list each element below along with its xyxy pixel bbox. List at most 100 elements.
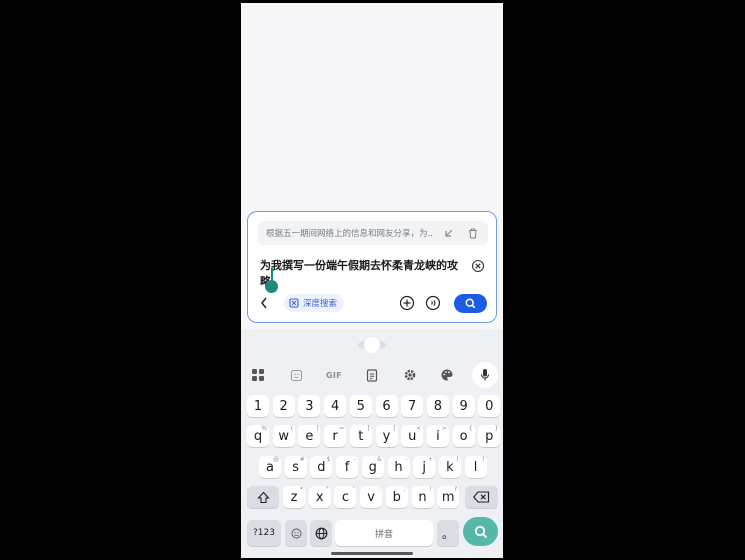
key-x[interactable]: x " — [308, 486, 331, 508]
key-alt-symbol: - — [405, 456, 408, 463]
key-f[interactable]: f- — [336, 456, 359, 478]
key-label: c — [341, 489, 349, 505]
key-7[interactable]: 7 — [401, 395, 424, 417]
key-4[interactable]: 4 — [324, 395, 347, 417]
key-alt-symbol: : — [378, 486, 381, 493]
key-alt-symbol: < — [416, 425, 422, 432]
key-b[interactable]: b; — [385, 486, 408, 508]
key-label: n — [418, 489, 427, 505]
trash-icon[interactable] — [466, 226, 480, 240]
phone-screen: 根据五一期间网络上的信息和网友分享，为... 为我撰写一份端午假期去怀柔青龙峡的… — [241, 3, 503, 558]
key-p[interactable]: p} — [478, 425, 501, 447]
keyboard-search-key[interactable] — [463, 517, 498, 546]
key-label: 1 — [253, 398, 263, 414]
key-u[interactable]: u < — [401, 425, 424, 447]
key-alt-symbol: ' — [352, 486, 355, 493]
suggestion-chip[interactable]: 根据五一期间网络上的信息和网友分享，为... — [258, 221, 488, 245]
plus-circle-icon[interactable] — [399, 295, 415, 311]
key-label: x — [315, 489, 324, 505]
clipboard-icon[interactable] — [363, 366, 381, 384]
key-c[interactable]: c ' — [334, 486, 357, 508]
search-button[interactable] — [454, 294, 487, 313]
key-a[interactable]: a @ — [259, 456, 281, 478]
mic-button[interactable] — [472, 362, 498, 388]
key-d[interactable]: d $ — [310, 456, 333, 478]
key-m[interactable]: m? — [437, 486, 460, 508]
key-label: p — [485, 428, 494, 444]
key-8[interactable]: 8 — [426, 395, 449, 417]
palette-icon[interactable] — [438, 366, 456, 384]
key-alt-symbol: + — [428, 456, 434, 463]
key-z[interactable]: z * — [283, 486, 305, 508]
key-alt-symbol: @ — [273, 456, 279, 463]
search-input[interactable]: 为我撰写一份端午假期去怀柔青龙峡的攻略 — [260, 258, 468, 290]
key-alt-symbol: { — [468, 425, 473, 432]
key-label: j — [422, 459, 426, 475]
chevron-left-icon[interactable] — [259, 296, 269, 310]
key-j[interactable]: j + — [413, 456, 436, 478]
key-5[interactable]: 5 — [349, 395, 372, 417]
deep-search-icon — [289, 298, 299, 308]
symbols-key[interactable]: ?123 — [247, 520, 281, 546]
key-6[interactable]: 6 — [375, 395, 398, 417]
language-key[interactable] — [310, 520, 332, 546]
backspace-key[interactable] — [465, 486, 498, 508]
microphone-icon — [480, 369, 490, 381]
key-alt-symbol: \ — [290, 425, 293, 432]
cursor-handle[interactable] — [265, 280, 278, 293]
backspace-icon — [473, 491, 490, 503]
home-indicator[interactable] — [331, 552, 413, 555]
key-e[interactable]: e | — [298, 425, 321, 447]
key-1[interactable]: 1 — [247, 395, 269, 417]
key-label: 5 — [356, 398, 365, 414]
key-label: 7 — [408, 398, 417, 414]
globe-icon — [315, 527, 327, 539]
key-alt-symbol: $ — [326, 456, 331, 463]
key-r[interactable]: r = — [324, 425, 347, 447]
key-y[interactable]: y] — [375, 425, 398, 447]
search-card: 根据五一期间网络上的信息和网友分享，为... 为我撰写一份端午假期去怀柔青龙峡的… — [247, 211, 497, 323]
key-label: g — [368, 459, 377, 475]
key-l[interactable]: l) — [464, 456, 487, 478]
keyboard-drag-handle[interactable] — [356, 335, 388, 355]
key-alt-symbol: | — [316, 425, 319, 432]
key-q[interactable]: q% — [247, 425, 269, 447]
gif-button[interactable]: GIF — [325, 366, 343, 384]
apps-grid-icon[interactable] — [249, 366, 267, 384]
deep-search-button[interactable]: 深度搜索 — [284, 294, 345, 312]
key-label: l — [473, 459, 478, 475]
key-label: v — [367, 489, 375, 505]
shift-key[interactable] — [247, 486, 279, 508]
insert-arrow-icon[interactable] — [442, 226, 456, 240]
key-n[interactable]: n! — [411, 486, 434, 508]
key-h[interactable]: h- — [387, 456, 410, 478]
sticker-icon[interactable] — [287, 366, 305, 384]
key-k[interactable]: k( — [438, 456, 461, 478]
key-o[interactable]: o{ — [452, 425, 475, 447]
key-label: o — [459, 428, 468, 444]
key-9[interactable]: 9 — [452, 395, 475, 417]
key-t[interactable]: t[ — [349, 425, 372, 447]
clear-icon[interactable] — [471, 259, 485, 273]
key-0[interactable]: 0 — [478, 395, 501, 417]
key-s[interactable]: s # — [284, 456, 307, 478]
key-label: m — [441, 489, 455, 505]
space-key[interactable]: 拼音 — [335, 520, 433, 546]
key-label: 9 — [459, 398, 468, 414]
key-g[interactable]: g & — [361, 456, 384, 478]
key-alt-symbol: ; — [403, 486, 406, 493]
key-w[interactable]: w \ — [272, 425, 295, 447]
settings-gear-icon[interactable] — [401, 366, 419, 384]
emoji-key[interactable] — [285, 520, 307, 546]
key-label: k — [446, 459, 454, 475]
period-key[interactable]: 。 — [437, 520, 459, 546]
key-label: s — [292, 459, 300, 475]
key-3[interactable]: 3 — [298, 395, 321, 417]
key-alt-symbol: ] — [393, 425, 396, 432]
key-v[interactable]: v: — [360, 486, 383, 508]
key-2[interactable]: 2 — [272, 395, 295, 417]
suggestion-text: 根据五一期间网络上的信息和网友分享，为... — [266, 229, 432, 239]
voice-circle-icon[interactable] — [425, 295, 441, 311]
key-i[interactable]: i > — [426, 425, 449, 447]
key-alt-symbol: = — [339, 425, 345, 432]
